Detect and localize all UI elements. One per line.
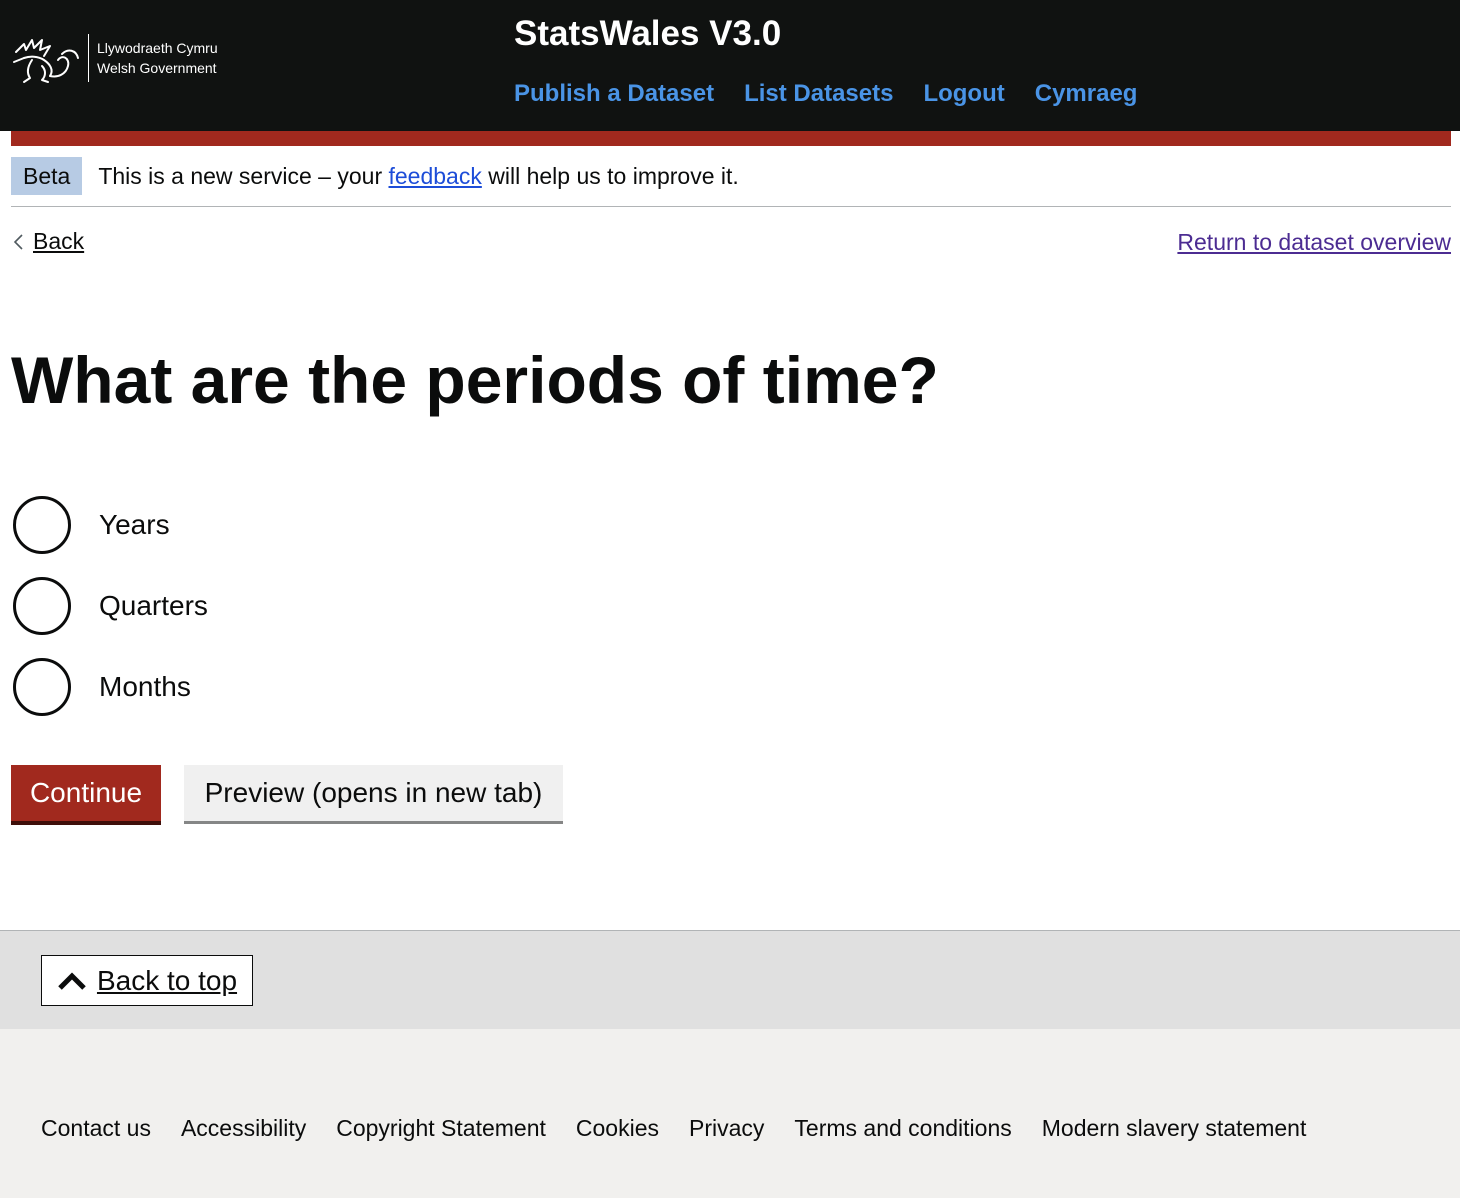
site-header: Llywodraeth Cymru Welsh Government Stats…: [0, 0, 1460, 131]
beta-text-after: will help us to improve it.: [481, 163, 739, 189]
radio-button[interactable]: [13, 495, 71, 554]
back-to-top-button[interactable]: Back to top: [41, 955, 253, 1006]
logo-english-name: Welsh Government: [97, 60, 217, 76]
nav-list-datasets[interactable]: List Datasets: [744, 78, 893, 110]
beta-message: This is a new service – your feedback wi…: [98, 157, 738, 195]
logo-divider: [88, 34, 89, 82]
logo-welsh-name: Llywodraeth Cymru: [97, 40, 218, 56]
feedback-link[interactable]: feedback: [389, 163, 482, 189]
nav-publish-dataset[interactable]: Publish a Dataset: [514, 78, 714, 110]
logo-text: Llywodraeth Cymru Welsh Government: [97, 38, 218, 78]
period-radio-group: Years Quarters Months: [13, 494, 208, 737]
dragon-icon: [13, 39, 79, 83]
site-title[interactable]: StatsWales V3.0: [514, 14, 781, 54]
radio-label[interactable]: Quarters: [99, 590, 208, 622]
welsh-government-logo[interactable]: Llywodraeth Cymru Welsh Government: [10, 30, 230, 86]
beta-text-before: This is a new service – your: [98, 163, 389, 189]
main-nav: Publish a Dataset List Datasets Logout C…: [514, 78, 1137, 110]
radio-option-quarters[interactable]: Quarters: [13, 575, 208, 636]
nav-logout[interactable]: Logout: [923, 78, 1004, 110]
chevron-left-icon: [13, 233, 23, 250]
back-link-label: Back: [33, 228, 85, 254]
footer-links: Contact us Accessibility Copyright State…: [41, 1111, 1306, 1145]
radio-label[interactable]: Years: [99, 509, 170, 541]
nav-language-toggle[interactable]: Cymraeg: [1035, 78, 1138, 110]
beta-banner: Beta This is a new service – your feedba…: [11, 157, 1451, 207]
chevron-up-icon: [58, 971, 86, 990]
radio-label[interactable]: Months: [99, 671, 191, 703]
beta-tag: Beta: [11, 157, 83, 195]
footer-link-accessibility[interactable]: Accessibility: [181, 1111, 306, 1145]
preview-button[interactable]: Preview (opens in new tab): [184, 765, 563, 824]
site-footer: Contact us Accessibility Copyright State…: [0, 1029, 1460, 1198]
back-to-top-band: Back to top: [0, 930, 1460, 1029]
footer-link-terms[interactable]: Terms and conditions: [794, 1111, 1011, 1145]
back-to-top-label: Back to top: [96, 964, 238, 996]
footer-link-contact[interactable]: Contact us: [41, 1111, 151, 1145]
radio-button[interactable]: [13, 576, 71, 635]
header-accent-bar: [11, 131, 1451, 146]
radio-button[interactable]: [13, 657, 71, 716]
footer-link-copyright[interactable]: Copyright Statement: [336, 1111, 546, 1145]
page-title: What are the periods of time?: [11, 343, 939, 417]
return-to-dataset-overview-link[interactable]: Return to dataset overview: [1177, 229, 1451, 256]
footer-link-cookies[interactable]: Cookies: [576, 1111, 659, 1145]
footer-link-privacy[interactable]: Privacy: [689, 1111, 764, 1145]
radio-option-months[interactable]: Months: [13, 656, 208, 717]
back-link[interactable]: Back: [11, 228, 84, 255]
footer-link-modern-slavery[interactable]: Modern slavery statement: [1042, 1111, 1307, 1145]
radio-option-years[interactable]: Years: [13, 494, 208, 555]
continue-button[interactable]: Continue: [11, 765, 161, 825]
